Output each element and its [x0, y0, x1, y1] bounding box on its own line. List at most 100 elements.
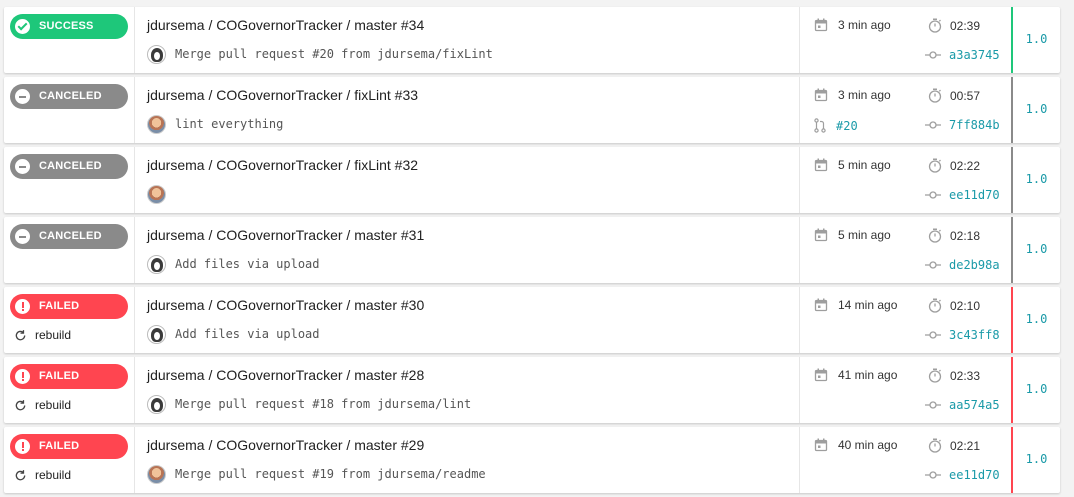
build-info: jdursema / COGovernorTracker / master #3…: [135, 7, 800, 73]
status-badge: FAILED: [10, 434, 128, 459]
stopwatch-icon: [928, 158, 942, 173]
build-row[interactable]: FAILED rebuild jdursema / COGovernorTrac…: [4, 357, 1060, 423]
calendar-icon: [814, 298, 828, 312]
build-row[interactable]: FAILED rebuild jdursema / COGovernorTrac…: [4, 287, 1060, 353]
version-tag[interactable]: 1.0: [1013, 102, 1060, 116]
commit-sha-link[interactable]: 3c43ff8: [925, 328, 1000, 342]
status-column: CANCELED: [4, 217, 135, 283]
status-label: FAILED: [39, 440, 80, 452]
rebuild-button[interactable]: rebuild: [14, 467, 71, 483]
duration: 02:39: [950, 18, 981, 33]
build-row[interactable]: CANCELED jdursema / COGovernorTracker / …: [4, 217, 1060, 283]
version-tag[interactable]: 1.0: [1013, 312, 1060, 326]
tag-column: 1.0: [1011, 287, 1060, 353]
commit-message: Add files via upload: [175, 257, 320, 271]
stopwatch-icon: [928, 298, 942, 313]
status-label: CANCELED: [39, 160, 102, 172]
commit-sha-link[interactable]: ee11d70: [925, 188, 1000, 202]
status-badge: CANCELED: [10, 84, 128, 109]
rebuild-button[interactable]: rebuild: [14, 327, 71, 343]
build-duration: 02:10: [928, 298, 980, 313]
time-ago: 3 min ago: [838, 18, 891, 32]
build-time: 5 min ago: [814, 158, 891, 172]
duration: 00:57: [950, 88, 981, 103]
commit-sha-link[interactable]: 7ff884b: [925, 118, 1000, 132]
version-tag[interactable]: 1.0: [1013, 452, 1060, 466]
build-row[interactable]: SUCCESS jdursema / COGovernorTracker / m…: [4, 7, 1060, 73]
pull-request-icon: [814, 118, 826, 133]
calendar-icon: [814, 158, 828, 172]
check-circle-icon: [15, 19, 30, 34]
stopwatch-icon: [928, 88, 942, 103]
build-title[interactable]: jdursema / COGovernorTracker / master #3…: [147, 297, 424, 313]
status-badge: CANCELED: [10, 154, 128, 179]
avatar: [147, 114, 166, 134]
build-title[interactable]: jdursema / COGovernorTracker / master #2…: [147, 437, 424, 453]
stopwatch-icon: [928, 368, 942, 383]
commit-icon: [925, 51, 941, 59]
duration: 02:33: [950, 368, 981, 383]
status-label: FAILED: [39, 370, 80, 382]
pr-number: #20: [836, 118, 858, 133]
commit-info: Merge pull request #19 from jdursema/rea…: [147, 464, 486, 484]
rebuild-label: rebuild: [35, 468, 72, 482]
minus-circle-icon: [15, 159, 30, 174]
build-row[interactable]: CANCELED jdursema / COGovernorTracker / …: [4, 77, 1060, 143]
time-ago: 14 min ago: [838, 298, 898, 312]
commit-sha: 7ff884b: [949, 118, 1000, 132]
build-duration: 02:33: [928, 368, 980, 383]
version-tag[interactable]: 1.0: [1013, 32, 1060, 46]
commit-sha-link[interactable]: ee11d70: [925, 468, 1000, 482]
build-title[interactable]: jdursema / COGovernorTracker / master #3…: [147, 227, 424, 243]
commit-icon: [925, 471, 941, 479]
commit-sha: aa574a5: [949, 398, 1000, 412]
status-label: CANCELED: [39, 90, 102, 102]
commit-sha-link[interactable]: aa574a5: [925, 398, 1000, 412]
version-tag[interactable]: 1.0: [1013, 382, 1060, 396]
avatar: [147, 464, 166, 484]
build-duration: 02:21: [928, 438, 980, 453]
avatar: [147, 184, 166, 204]
build-title[interactable]: jdursema / COGovernorTracker / fixLint #…: [147, 157, 418, 173]
tag-column: 1.0: [1011, 147, 1060, 213]
build-title[interactable]: jdursema / COGovernorTracker / fixLint #…: [147, 87, 418, 103]
commit-info: lint everything: [147, 114, 283, 134]
pull-request-link[interactable]: #20: [814, 118, 858, 133]
build-title[interactable]: jdursema / COGovernorTracker / master #3…: [147, 17, 424, 33]
time-ago: 40 min ago: [838, 438, 898, 452]
commit-icon: [925, 121, 941, 129]
build-time: 3 min ago: [814, 88, 891, 102]
commit-icon: [925, 331, 941, 339]
commit-message: Add files via upload: [175, 327, 320, 341]
commit-sha-link[interactable]: a3a3745: [925, 48, 1000, 62]
exclamation-circle-icon: [15, 299, 30, 314]
build-duration: 00:57: [928, 88, 980, 103]
calendar-icon: [814, 438, 828, 452]
build-duration: 02:22: [928, 158, 980, 173]
commit-icon: [925, 261, 941, 269]
version-tag[interactable]: 1.0: [1013, 172, 1060, 186]
build-row[interactable]: FAILED rebuild jdursema / COGovernorTrac…: [4, 427, 1060, 493]
calendar-icon: [814, 228, 828, 242]
build-info: jdursema / COGovernorTracker / master #2…: [135, 357, 800, 423]
build-meta: 3 min ago 00:57 #20 7ff884b: [800, 77, 1011, 143]
commit-icon: [925, 191, 941, 199]
status-label: SUCCESS: [39, 20, 94, 32]
rebuild-button[interactable]: rebuild: [14, 397, 71, 413]
status-column: CANCELED: [4, 77, 135, 143]
duration: 02:18: [950, 228, 981, 243]
exclamation-circle-icon: [15, 439, 30, 454]
calendar-icon: [814, 18, 828, 32]
commit-info: Add files via upload: [147, 254, 320, 274]
status-label: CANCELED: [39, 230, 102, 242]
duration: 02:10: [950, 298, 981, 313]
commit-info: [147, 184, 175, 204]
build-title[interactable]: jdursema / COGovernorTracker / master #2…: [147, 367, 424, 383]
status-badge: FAILED: [10, 294, 128, 319]
duration: 02:21: [950, 438, 981, 453]
build-row[interactable]: CANCELED jdursema / COGovernorTracker / …: [4, 147, 1060, 213]
stopwatch-icon: [928, 438, 942, 453]
minus-circle-icon: [15, 229, 30, 244]
version-tag[interactable]: 1.0: [1013, 242, 1060, 256]
commit-sha-link[interactable]: de2b98a: [925, 258, 1000, 272]
